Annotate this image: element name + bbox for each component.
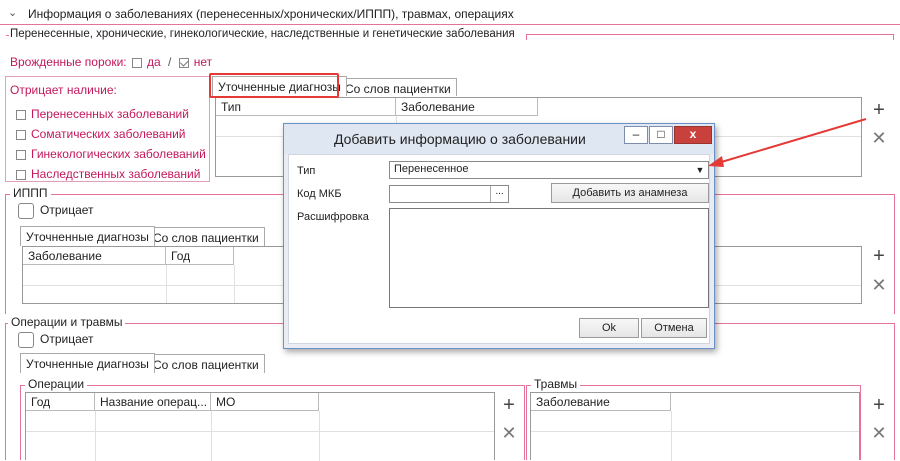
checkbox[interactable]	[18, 203, 34, 219]
congenital-label: Врожденные пороки:	[10, 55, 127, 69]
type-label: Тип	[297, 165, 316, 177]
add-icon[interactable]: +	[868, 246, 890, 268]
column-header-type[interactable]: Тип	[216, 98, 396, 116]
remove-icon[interactable]: ✕	[868, 275, 890, 297]
denies-title: Отрицает наличие:	[10, 83, 117, 97]
congenital-defects-row: Врожденные пороки: да / нет	[10, 55, 212, 69]
add-disease-dialog[interactable]: Добавить информацию о заболевании – □ x …	[283, 123, 715, 349]
section-title: Информация о заболеваниях (перенесенных/…	[28, 7, 514, 21]
checkbox[interactable]	[18, 332, 34, 348]
mkb-input[interactable]: ...	[389, 185, 509, 203]
ok-button[interactable]: Ok	[579, 318, 639, 338]
mkb-label: Код МКБ	[297, 188, 342, 200]
chevron-down-icon[interactable]: ⌄	[8, 6, 17, 19]
operations-subtitle: Операции	[25, 377, 88, 391]
denies-item-2[interactable]: Гинекологических заболеваний	[16, 147, 206, 161]
maximize-icon[interactable]: □	[649, 126, 673, 144]
remove-icon[interactable]: ✕	[868, 128, 890, 150]
checkbox[interactable]	[16, 169, 26, 180]
diseases-group-title: Перенесенные, хронические, гинекологичес…	[10, 28, 515, 40]
tab-clarified-diagnoses[interactable]: Уточненные диагнозы	[20, 226, 155, 246]
add-icon[interactable]: +	[868, 395, 890, 417]
tab-clarified-diagnoses[interactable]: Уточненные диагнозы	[20, 353, 155, 373]
column-header-disease[interactable]: Заболевание	[23, 247, 166, 265]
denies-item-3[interactable]: Наследственных заболеваний	[16, 167, 200, 181]
highlight-box	[209, 73, 339, 98]
congenital-no-label: нет	[193, 55, 213, 69]
dialog-title: Добавить информацию о заболевании	[334, 131, 586, 147]
separator: /	[168, 55, 172, 69]
denies-item-0[interactable]: Перенесенных заболеваний	[16, 107, 189, 121]
checkbox[interactable]	[16, 109, 26, 120]
browse-button[interactable]: ...	[490, 186, 508, 202]
tab-patient-words[interactable]: Со слов пациентки	[147, 354, 265, 373]
cancel-button[interactable]: Отмена	[641, 318, 707, 338]
column-header-disease[interactable]: Заболевание	[531, 393, 671, 411]
chevron-down-icon[interactable]: ▼	[694, 163, 706, 177]
ippp-denies-toggle[interactable]: Отрицает	[18, 203, 94, 219]
add-from-anamnesis-button[interactable]: Добавить из анамнеза	[551, 183, 709, 203]
dialog-body: Тип Перенесенное ▼ Код МКБ ... Добавить …	[288, 154, 710, 344]
close-icon[interactable]: x	[674, 126, 712, 144]
congenital-no-checkbox[interactable]	[178, 57, 189, 68]
remove-icon[interactable]: ✕	[498, 423, 520, 445]
type-select-value: Перенесенное	[394, 163, 469, 175]
column-header-operation-name[interactable]: Название операц...	[95, 393, 211, 411]
decoding-textarea[interactable]	[389, 208, 709, 308]
add-icon[interactable]: +	[498, 395, 520, 417]
add-icon[interactable]: +	[868, 100, 890, 122]
congenital-yes-checkbox[interactable]	[131, 57, 142, 68]
tab-patient-words[interactable]: Со слов пациентки	[147, 227, 265, 246]
section-header[interactable]: ⌄ Информация о заболеваниях (перенесенны…	[8, 6, 888, 24]
ippp-group-title: ИППП	[10, 186, 51, 200]
dialog-titlebar[interactable]: Добавить информацию о заболевании – □ x	[284, 124, 714, 154]
column-header-disease[interactable]: Заболевание	[396, 98, 538, 116]
operations-grid[interactable]: Год Название операц... МО	[25, 392, 495, 461]
type-select[interactable]: Перенесенное ▼	[389, 161, 709, 179]
checkbox[interactable]	[16, 129, 26, 140]
tab-patient-words[interactable]: Со слов пациентки	[339, 78, 457, 96]
injuries-subtitle: Травмы	[531, 377, 581, 391]
decoding-label: Расшифровка	[297, 211, 369, 223]
column-header-mo[interactable]: МО	[211, 393, 319, 411]
congenital-yes-label: да	[146, 55, 161, 69]
column-header-year[interactable]: Год	[26, 393, 95, 411]
injuries-grid[interactable]: Заболевание	[530, 392, 860, 461]
remove-icon[interactable]: ✕	[868, 423, 890, 445]
minimize-icon[interactable]: –	[624, 126, 648, 144]
checkbox[interactable]	[16, 149, 26, 160]
denies-item-1[interactable]: Соматических заболеваний	[16, 127, 186, 141]
column-header-year[interactable]: Год	[166, 247, 234, 265]
operations-group-title: Операции и травмы	[8, 315, 126, 329]
operations-denies-toggle[interactable]: Отрицает	[18, 332, 94, 348]
